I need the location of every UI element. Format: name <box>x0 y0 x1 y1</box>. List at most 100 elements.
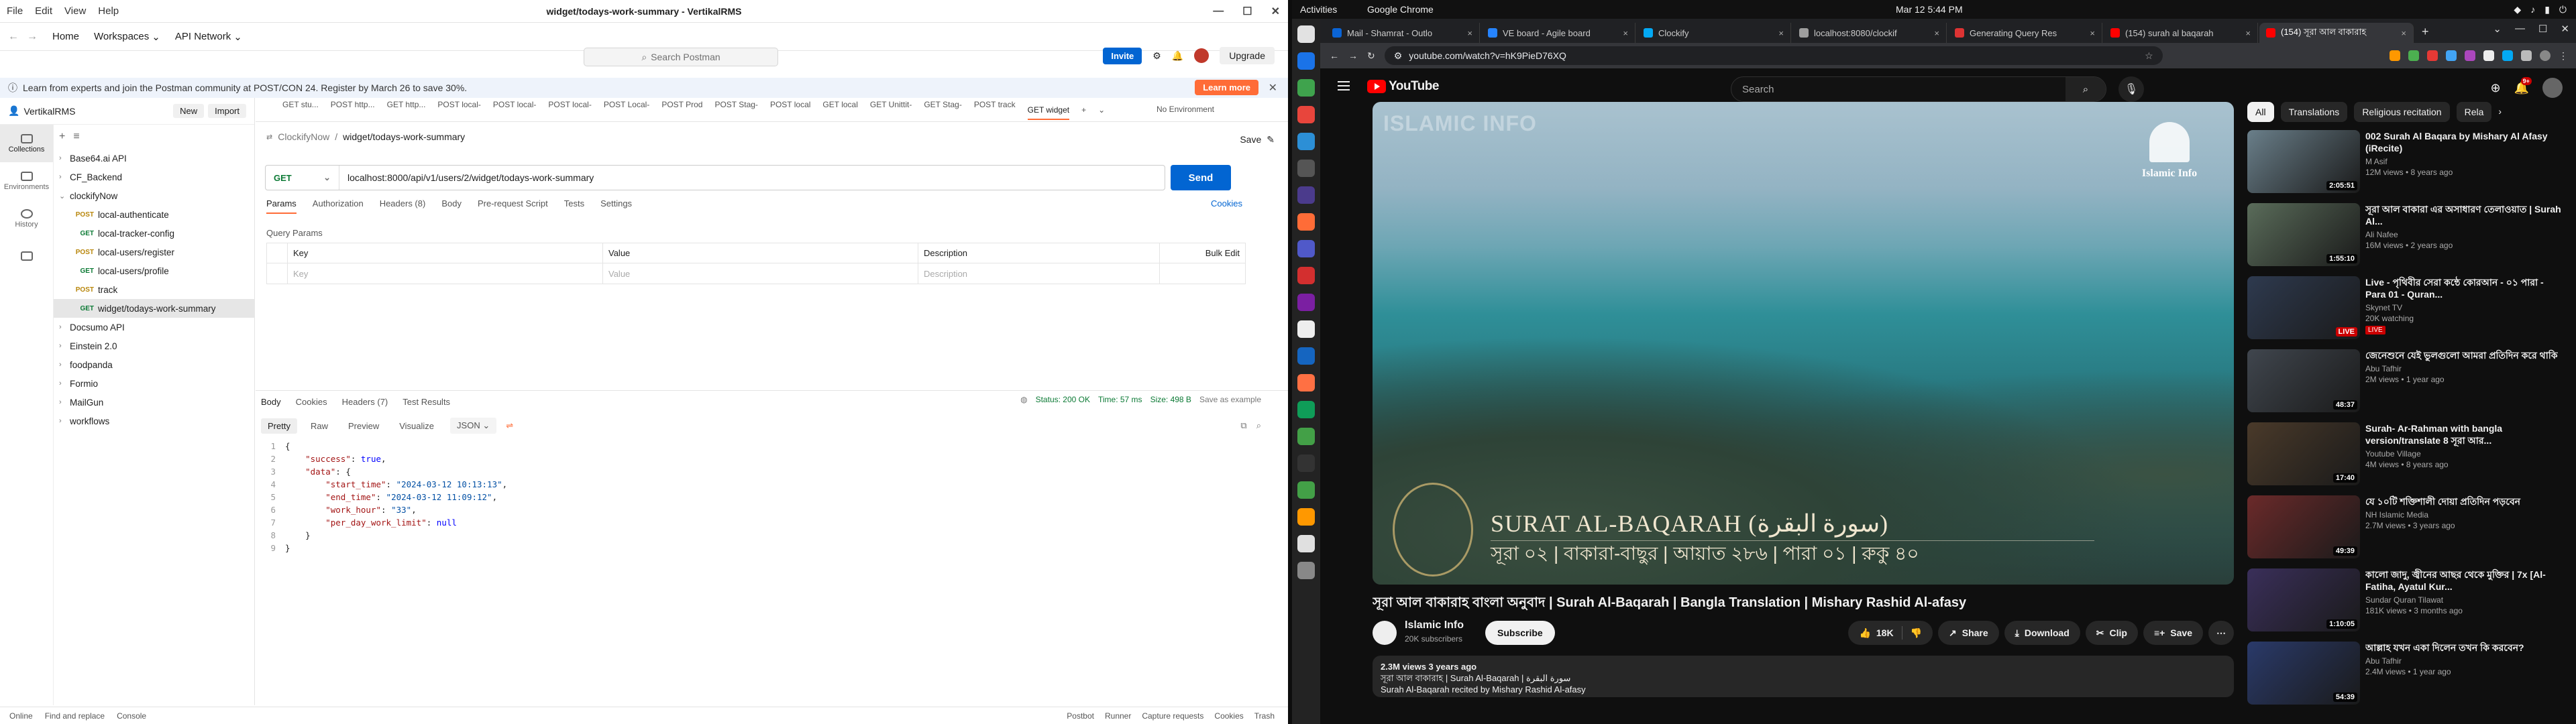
video-thumbnail[interactable]: LIVE <box>2247 276 2360 339</box>
chrome-icon[interactable] <box>1297 106 1315 123</box>
find-replace[interactable]: Find and replace <box>45 711 105 721</box>
copy-icon[interactable]: ⧉ <box>1240 420 1246 431</box>
request-tab[interactable]: POST Local- <box>604 100 649 120</box>
dock-app-icon[interactable] <box>1297 320 1315 338</box>
clock[interactable]: Mar 12 5:44 PM <box>1896 4 1963 15</box>
new-tab-plus-icon[interactable]: + <box>2415 25 2436 43</box>
tree-item[interactable]: › Einstein 2.0 <box>54 337 255 355</box>
video-thumbnail[interactable]: 1:55:10 <box>2247 203 2360 266</box>
filter-chip[interactable]: All <box>2247 102 2274 122</box>
close-tab-icon[interactable]: × <box>2401 28 2406 38</box>
clip-button[interactable]: ✂ Clip <box>2085 621 2138 645</box>
close-tab-icon[interactable]: × <box>2245 28 2251 38</box>
format-tab[interactable]: Pretty <box>261 418 297 434</box>
dock-app-icon[interactable] <box>1297 428 1315 445</box>
video-thumbnail[interactable]: 54:39 <box>2247 642 2360 705</box>
tree-item[interactable]: ⌄ clockifyNow <box>54 186 255 205</box>
request-tab[interactable]: GET widget <box>1027 105 1070 120</box>
thumbs-down-icon[interactable]: 👎 <box>1911 627 1922 639</box>
description-input[interactable]: Description <box>918 263 1159 284</box>
method-select[interactable]: GET ⌄ <box>266 166 339 190</box>
recommended-video[interactable]: 54:39 আল্লাহ যখন একা দিলেন তখন কি করবেন? A… <box>2247 642 2563 711</box>
format-tab[interactable]: Raw <box>304 418 335 434</box>
recommended-video-title[interactable]: Live - পৃথিবীর সেরা কন্ঠে কোরআন - ০১ পার… <box>2365 276 2563 300</box>
learn-more-button[interactable]: Learn more <box>1195 80 1258 95</box>
gear-icon[interactable]: ⚙ <box>1152 50 1161 62</box>
network-icon[interactable]: ◆ <box>2514 4 2521 15</box>
menu-view[interactable]: View <box>64 5 86 17</box>
site-info-icon[interactable]: ⚙ <box>1394 50 1403 62</box>
recommended-video-channel[interactable]: Youtube Village <box>2365 449 2563 459</box>
firefox-icon[interactable] <box>1297 374 1315 391</box>
environment-select[interactable]: No Environment <box>1157 105 1214 114</box>
postman-icon[interactable] <box>1297 213 1315 231</box>
recommended-video[interactable]: LIVE Live - পৃথিবীর সেরা কন্ঠে কোরআন - ০১… <box>2247 276 2563 345</box>
chevron-right-icon[interactable]: › <box>2498 102 2502 122</box>
request-tab[interactable]: GET http... <box>387 100 426 120</box>
recommended-video-channel[interactable]: Skynet TV <box>2365 303 2563 312</box>
recommended-video-channel[interactable]: M Asif <box>2365 157 2563 166</box>
recommended-video-channel[interactable]: NH Islamic Media <box>2365 510 2563 520</box>
volume-icon[interactable]: ♪ <box>2530 4 2535 15</box>
extension-icon[interactable] <box>2483 50 2494 61</box>
reload-icon[interactable]: ↻ <box>1367 50 1375 62</box>
more-actions-icon[interactable]: ⋯ <box>2208 621 2234 645</box>
online-status[interactable]: Online <box>9 711 33 721</box>
chrome-tab[interactable]: VE board - Agile board × <box>1481 23 1635 43</box>
filter-chip[interactable]: Religious recitation <box>2354 102 2450 122</box>
recommended-video[interactable]: 1:10:05 কালো জাদু, জ্বীনের আছর থেকে মুক্ত… <box>2247 568 2563 638</box>
teams-icon[interactable] <box>1297 240 1315 257</box>
breadcrumb-collection[interactable]: ClockifyNow <box>278 131 329 142</box>
recommended-video-title[interactable]: সূরা আল বাকারা এর অসাধারণ তেলাওয়াত | Su… <box>2365 203 2563 227</box>
request-tab[interactable]: GET Stag- <box>924 100 961 120</box>
new-tab-plus-icon[interactable]: + <box>1081 105 1086 115</box>
dock-app-icon[interactable] <box>1297 508 1315 526</box>
video-thumbnail[interactable]: 48:37 <box>2247 349 2360 412</box>
tree-item[interactable]: › CF_Backend <box>54 168 255 186</box>
request-tab[interactable]: POST track <box>974 100 1016 120</box>
response-tab[interactable]: Cookies <box>296 397 327 407</box>
plus-icon[interactable]: + <box>59 131 65 143</box>
activities-button[interactable]: Activities <box>1300 4 1337 15</box>
url-input[interactable]: localhost:8000/api/v1/users/2/widget/tod… <box>339 172 594 183</box>
close-tab-icon[interactable]: × <box>1778 28 1784 38</box>
import-button[interactable]: Import <box>208 104 246 118</box>
request-tab[interactable]: POST local- <box>437 100 480 120</box>
request-tab[interactable]: GET stu... <box>282 100 319 120</box>
dock-app-icon[interactable] <box>1297 186 1315 204</box>
profile-avatar[interactable] <box>2540 50 2551 61</box>
menu-help[interactable]: Help <box>98 5 119 17</box>
address-bar[interactable]: ⚙ youtube.com/watch?v=hK9PieD76XQ ☆ <box>1384 46 2163 65</box>
tree-item[interactable]: › Formio <box>54 374 255 393</box>
recommended-video[interactable]: 1:55:10 সূরা আল বাকারা এর অসাধারণ তেলাওয়… <box>2247 203 2563 272</box>
kebab-menu-icon[interactable]: ⋮ <box>2559 50 2568 61</box>
value-input[interactable]: Value <box>602 263 918 284</box>
share-button[interactable]: ↗ Share <box>1938 621 1999 645</box>
close-tab-icon[interactable]: × <box>1623 28 1628 38</box>
chrome-tab[interactable]: Clockify × <box>1637 23 1791 43</box>
request-option-tab[interactable]: Params <box>266 198 297 214</box>
extension-icon[interactable] <box>2465 50 2475 61</box>
dock-app-icon[interactable] <box>1297 52 1315 70</box>
home-link[interactable]: Home <box>52 31 79 42</box>
menu-file[interactable]: File <box>7 5 23 17</box>
puzzle-icon[interactable] <box>2521 50 2532 61</box>
search-postman-input[interactable]: ⌕ Search Postman <box>584 48 778 66</box>
channel-avatar[interactable] <box>1373 621 1397 645</box>
channel-name[interactable]: Islamic Info <box>1405 619 1464 631</box>
edit-icon[interactable]: ✎ <box>1267 134 1275 145</box>
avatar[interactable] <box>1194 48 1210 63</box>
upgrade-button[interactable]: Upgrade <box>1220 47 1275 64</box>
request-option-tab[interactable]: Settings <box>600 198 632 214</box>
menu-edit[interactable]: Edit <box>35 5 52 17</box>
extension-icon[interactable] <box>2427 50 2438 61</box>
postbot[interactable]: Postbot <box>1067 711 1094 721</box>
battery-icon[interactable]: ▮ <box>2544 4 2550 15</box>
dock-app-icon[interactable] <box>1297 455 1315 472</box>
minimize-icon[interactable]: — <box>2515 23 2525 35</box>
close-icon[interactable]: ✕ <box>2561 23 2569 35</box>
request-tab[interactable]: POST local- <box>548 100 591 120</box>
recommended-video-channel[interactable]: Abu Tafhir <box>2365 656 2563 666</box>
tree-item[interactable]: POST local-users/register <box>54 243 255 261</box>
vscode-icon[interactable] <box>1297 133 1315 150</box>
